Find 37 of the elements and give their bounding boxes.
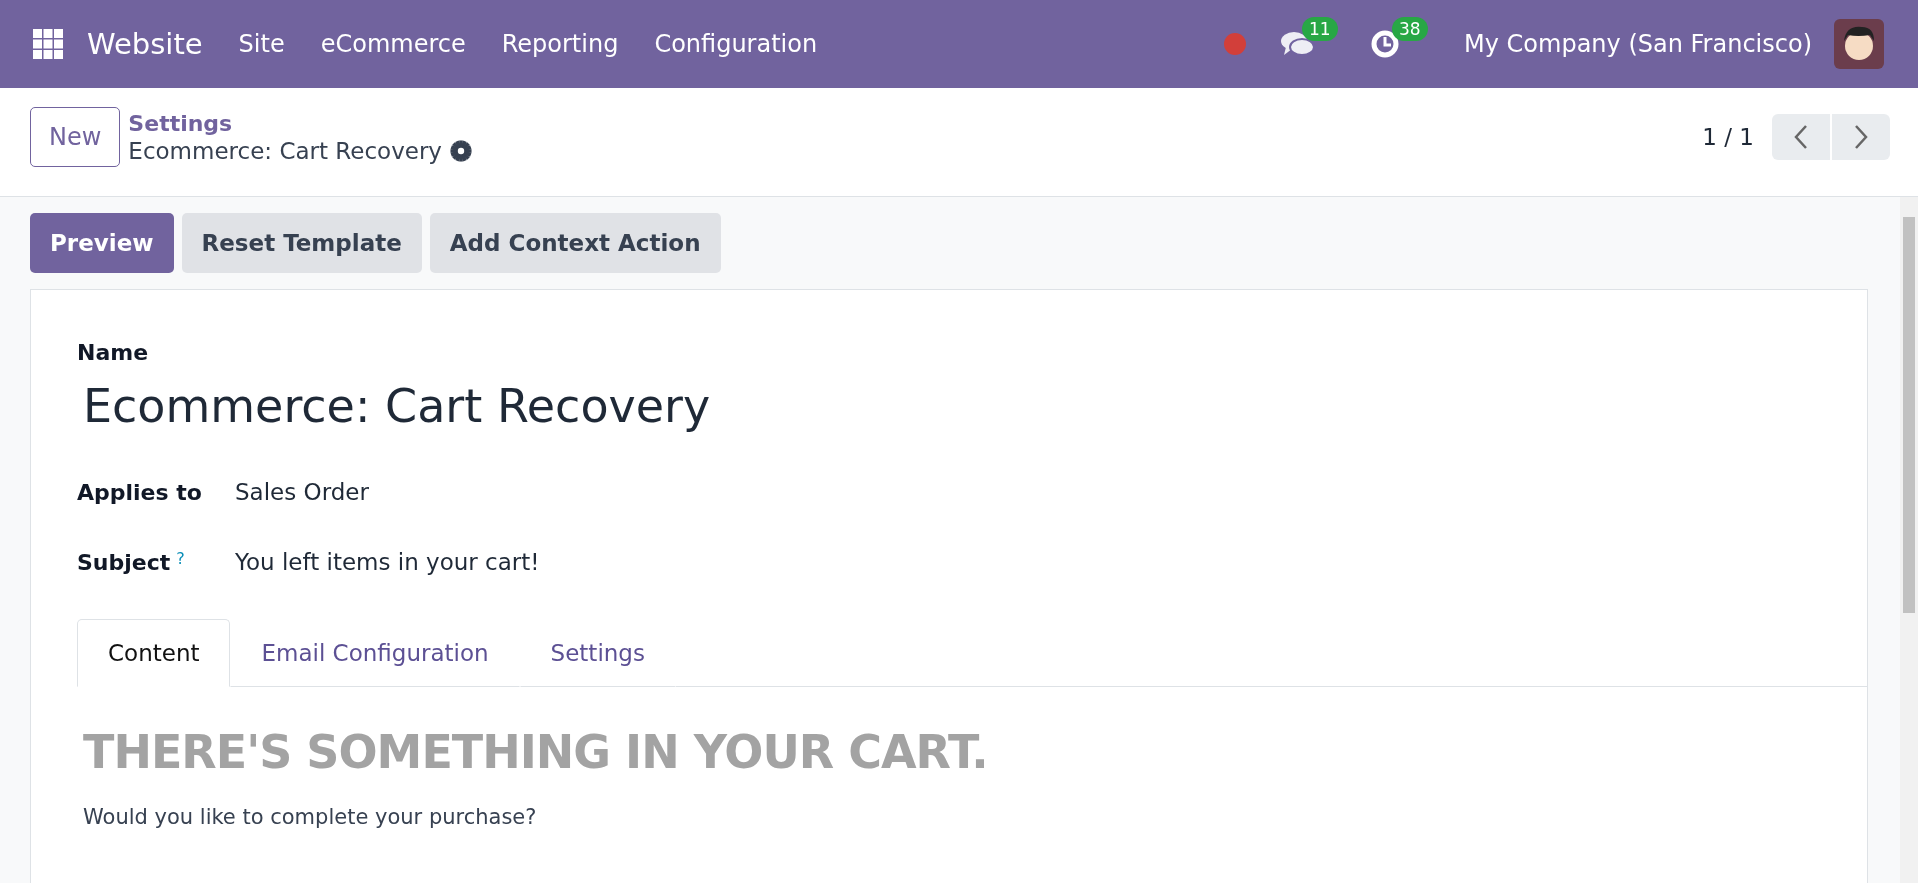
email-heading: THERE'S SOMETHING IN YOUR CART.: [83, 725, 989, 780]
new-button[interactable]: New: [30, 107, 121, 167]
email-body-text: Would you like to complete your purchase?: [83, 805, 538, 830]
record-title: Ecommerce: Cart Recovery: [128, 137, 442, 164]
next-button[interactable]: [1832, 114, 1890, 160]
company-switcher[interactable]: My Company (San Francisco): [1464, 30, 1812, 58]
nav-menu-item[interactable]: eCommerce: [320, 30, 466, 58]
nav-menu-item[interactable]: Reporting: [501, 30, 619, 58]
app-grid-icon[interactable]: [33, 29, 63, 59]
message-count-badge: 11: [1302, 17, 1338, 41]
action-button[interactable]: Reset Template: [181, 213, 422, 273]
field-label: Name: [77, 340, 150, 365]
app-name[interactable]: Website: [87, 27, 203, 61]
scrollbar[interactable]: [1900, 197, 1918, 883]
nav-menu-item[interactable]: Configuration: [654, 30, 818, 58]
tab[interactable]: Email Configuration: [230, 619, 520, 688]
activity-count-badge: 38: [1392, 17, 1428, 41]
tab[interactable]: Content: [77, 619, 231, 688]
nav-menu-item[interactable]: Site: [238, 30, 285, 58]
field-label: Applies to: [77, 480, 202, 505]
action-button[interactable]: Add Context Action: [429, 213, 721, 273]
settings-icon[interactable]: [449, 139, 472, 162]
breadcrumb-link[interactable]: Settings: [128, 110, 472, 136]
previous-button[interactable]: [1772, 114, 1830, 160]
primary-action-button[interactable]: Preview: [30, 213, 174, 273]
status-dot-icon[interactable]: [1224, 33, 1247, 55]
name-field[interactable]: Ecommerce: Cart Recovery: [83, 379, 1867, 433]
avatar-icon[interactable]: [1834, 19, 1884, 69]
field-value[interactable]: Sales Order: [235, 479, 369, 505]
clock-icon[interactable]: [1370, 29, 1401, 59]
chevron-left-icon: [1794, 124, 1808, 150]
chevron-right-icon: [1854, 124, 1868, 150]
field-value[interactable]: You left items in your cart!: [235, 549, 540, 576]
help-tooltip-mark[interactable]: ?: [176, 549, 185, 568]
pager-counter: 1 / 1: [1702, 124, 1754, 150]
field-label: Subject: [77, 550, 171, 576]
tab[interactable]: Settings: [519, 619, 676, 688]
